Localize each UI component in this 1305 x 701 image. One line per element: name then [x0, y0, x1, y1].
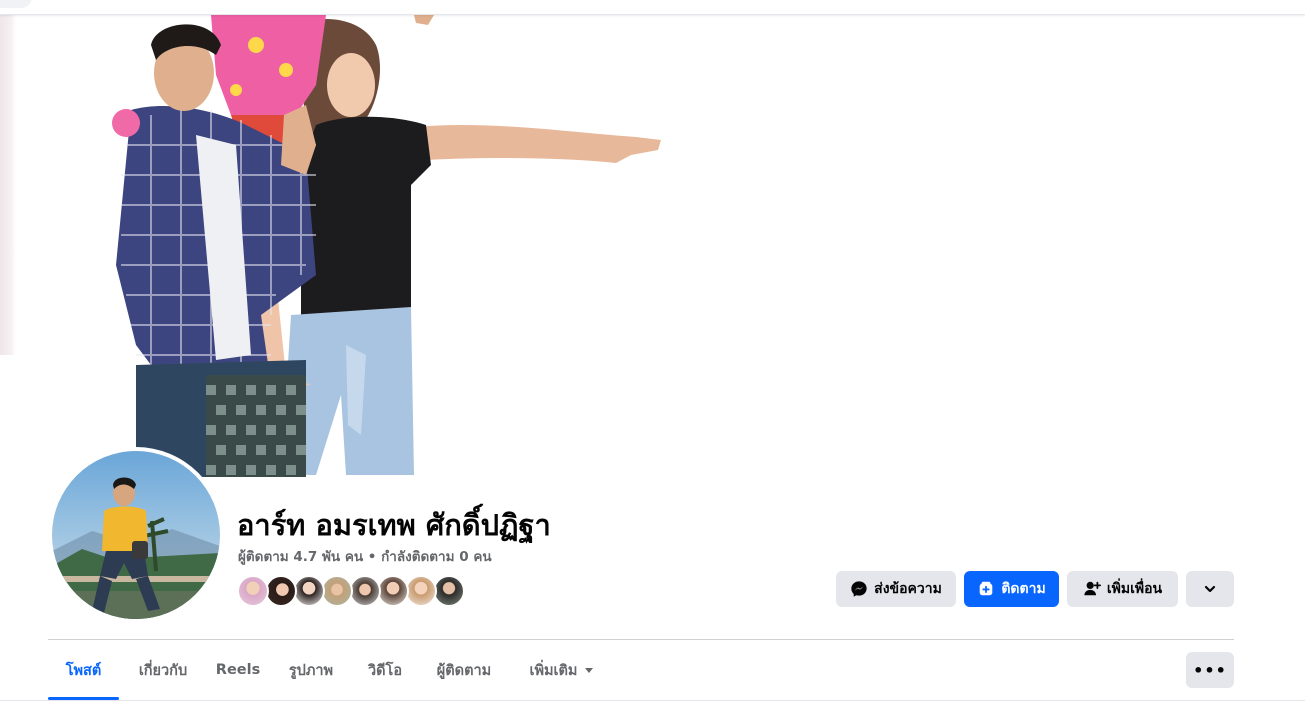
friend-avatar[interactable]	[237, 575, 269, 607]
message-button[interactable]: ส่งข้อความ	[836, 571, 956, 607]
following-count[interactable]: กำลังติดตาม 0 คน	[381, 549, 491, 565]
followers-count[interactable]: ผู้ติดตาม 4.7 พัน คน	[238, 549, 363, 565]
friend-avatar[interactable]	[377, 575, 409, 607]
chevron-down-icon	[1204, 585, 1216, 593]
friends-avatar-stack	[237, 575, 477, 607]
stats-separator: •	[363, 549, 382, 565]
add-friend-icon	[1084, 581, 1101, 596]
tab-reels[interactable]: Reels	[207, 640, 269, 700]
more-icon: •••	[1193, 660, 1227, 680]
tab-about-label: เกี่ยวกับ	[138, 662, 188, 679]
friend-avatar[interactable]	[293, 575, 325, 607]
profile-options-dropdown-button[interactable]	[1186, 571, 1234, 607]
add-friend-button-label: เพิ่มเพื่อน	[1106, 581, 1163, 597]
tab-videos[interactable]: วิดีโอ	[353, 640, 417, 700]
tab-posts[interactable]: โพสต์	[48, 640, 119, 700]
follow-button-label: ติดตาม	[1001, 581, 1046, 597]
top-search-pill[interactable]	[0, 0, 32, 8]
profile-avatar[interactable]	[52, 451, 220, 619]
friend-avatar[interactable]	[433, 575, 465, 607]
tab-photos-label: รูปภาพ	[288, 662, 334, 679]
message-button-label: ส่งข้อความ	[874, 581, 942, 597]
tab-reels-label: Reels	[215, 662, 261, 678]
top-navigation-bar	[0, 0, 1305, 15]
messenger-icon	[851, 581, 867, 597]
follow-button[interactable]: ติดตาม	[964, 571, 1059, 607]
profile-name: อาร์ท อมรเทพ ศักดิ์ปฏิฐา	[237, 508, 551, 542]
profile-avatar-image	[52, 451, 220, 619]
left-edge-strip	[0, 15, 16, 355]
tab-more-label: เพิ่มเติม	[529, 662, 578, 679]
tab-videos-label: วิดีโอ	[367, 662, 403, 679]
friend-avatar[interactable]	[405, 575, 437, 607]
tab-about[interactable]: เกี่ยวกับ	[123, 640, 203, 700]
tab-more[interactable]: เพิ่มเติม	[511, 640, 611, 700]
tab-followers[interactable]: ผู้ติดตาม	[421, 640, 507, 700]
profile-tabs: โพสต์ เกี่ยวกับ Reels รูปภาพ วิดีโอ ผู้ต…	[48, 640, 1234, 700]
cover-photo-image	[112, 15, 661, 477]
tab-photos[interactable]: รูปภาพ	[273, 640, 349, 700]
friend-avatar[interactable]	[321, 575, 353, 607]
follow-icon	[980, 581, 993, 596]
add-friend-button[interactable]: เพิ่มเพื่อน	[1067, 571, 1178, 607]
more-options-button[interactable]: •••	[1186, 652, 1234, 688]
caret-down-icon	[584, 667, 593, 673]
tab-followers-label: ผู้ติดตาม	[436, 662, 492, 679]
cover-photo[interactable]	[16, 15, 1289, 479]
tab-posts-label: โพสต์	[65, 662, 102, 679]
friend-avatar[interactable]	[265, 575, 297, 607]
friend-avatar[interactable]	[349, 575, 381, 607]
follow-stats: ผู้ติดตาม 4.7 พัน คน • กำลังติดตาม 0 คน	[238, 545, 492, 567]
